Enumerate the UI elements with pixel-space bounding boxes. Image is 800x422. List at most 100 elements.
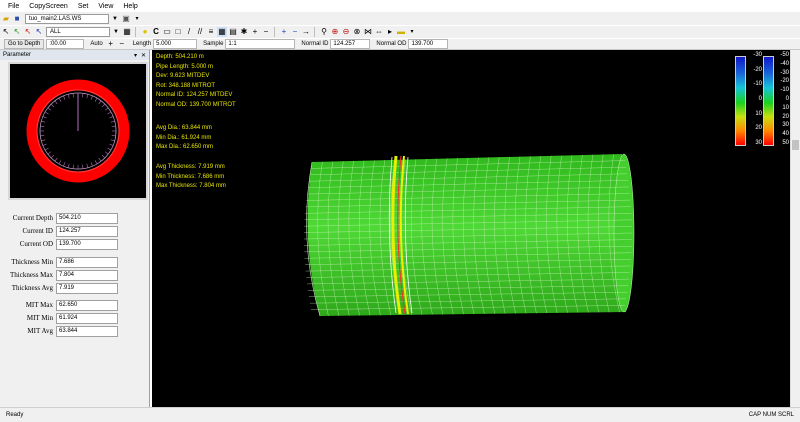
plus-icon[interactable]: + [106,39,116,49]
vertical-scrollbar[interactable] [790,50,800,407]
cross-section-dial [8,62,148,200]
go-to-depth-input[interactable]: :00.00 [46,39,85,49]
legend-right-label: 40 [782,131,789,138]
play-icon[interactable]: ▸ [385,27,395,37]
go-to-depth-button[interactable]: Go to Depth [4,39,45,49]
dropdown-arrow-icon[interactable]: ▾ [407,27,417,37]
param-row: Current ID 124.257 [0,225,150,237]
legend-right-label: 10 [782,104,789,111]
menu-set[interactable]: Set [78,3,89,10]
box-icon[interactable]: □ [173,27,183,37]
toolbar-parameters: Go to Depth :00.00 Auto + − Length 5.000… [0,38,800,50]
plus-icon[interactable]: + [250,27,260,37]
grid-icon[interactable]: ▣ [121,14,131,24]
3d-pipe-view[interactable]: Depth: 504.210 m Pipe Length: 5.000 m De… [152,50,790,407]
slash-icon[interactable]: / [184,27,194,37]
expand-icon[interactable]: ⇔ [374,27,384,37]
pointer-blue-icon[interactable]: ↖ [34,27,44,37]
normal-od-input[interactable]: 139.700 [408,39,449,49]
param-value: 7.686 [56,256,118,268]
menu-help[interactable]: Help [123,3,137,10]
legend-left-label: 10 [755,110,762,117]
close-icon[interactable]: ✕ [141,52,146,59]
normal-od-label: Normal OD [376,41,407,47]
collapse-icon[interactable]: ⋈ [363,27,373,37]
zoom-in-icon[interactable]: ⊕ [330,27,340,37]
pipe-3d-render [303,153,635,317]
param-row: Current OD 139.700 [0,238,150,250]
grid-fine-icon[interactable]: ▤ [228,27,238,37]
legend-bar-right [763,56,774,146]
panel-title-bar: Parameter ▾ ✕ [0,50,149,60]
legend-right-label: -40 [780,60,789,67]
pointer-green-icon[interactable]: ↖ [12,27,22,37]
param-label: Current OD [19,240,53,248]
param-row: Current Depth 504.210 [0,212,150,224]
param-value: 504.210 [56,212,118,224]
param-value: 61.924 [56,312,118,324]
param-value: 7.919 [56,282,118,294]
bulb-icon[interactable]: ● [140,27,150,37]
legend-right-label: -20 [780,78,789,85]
chevron-down-icon[interactable]: ▼ [110,14,120,24]
color-c-icon[interactable]: C [151,27,161,37]
menu-copyscreen[interactable]: CopyScreen [29,3,68,10]
legend-left-label: -30 [753,52,762,58]
pin-icon[interactable]: ▾ [134,52,137,59]
rect-icon[interactable]: ▭ [162,27,172,37]
param-label: Current ID [22,227,53,235]
zoom-fit-icon[interactable]: ⊗ [352,27,362,37]
param-label: Current Depth [12,214,53,222]
minus-icon[interactable]: − [261,27,271,37]
param-label: MIT Avg [27,327,53,335]
length-input[interactable]: 5.000 [153,39,198,49]
menu-file[interactable]: File [8,3,19,10]
separator [274,27,275,37]
param-row: MIT Max 62.650 [0,299,150,311]
file-select[interactable]: tuo_main2.LAS.WS [25,13,109,24]
param-row: Thickness Min 7.686 [0,256,150,268]
minus-icon[interactable]: − [117,39,127,49]
menu-view[interactable]: View [98,3,113,10]
grid-view-icon[interactable]: ▦ [217,27,227,37]
zoom-icon[interactable]: ⚲ [319,27,329,37]
sample-label: Sample [203,41,224,47]
menu-bar: File CopyScreen Set View Help [0,0,800,12]
double-slash-icon[interactable]: // [195,27,205,37]
normal-id-input[interactable]: 124.257 [330,39,371,49]
toolbar-main: ▰ ■ tuo_main2.LAS.WS ▼ ▣ ▾ [0,12,800,25]
zoom-out-icon[interactable]: ⊖ [341,27,351,37]
legend-right-label: -50 [780,52,789,58]
scrollbar-thumb[interactable] [792,140,799,150]
toolbar-tools: ↖ ↖ ↖ ↖ ALL ▼ ▦ ● C ▭ □ / // ≡ ▦ ▤ ✱ + −… [0,25,800,38]
arrow-right-icon[interactable]: → [301,27,311,37]
save-icon[interactable]: ■ [12,14,22,24]
chevron-down-icon[interactable]: ▼ [111,27,121,37]
sample-input[interactable]: 1:1 [225,39,296,49]
dropdown-arrow-icon[interactable]: ▾ [132,14,142,24]
param-label: Thickness Max [10,271,53,279]
legend-left-label: -10 [753,81,762,88]
note-icon[interactable]: ▬ [396,27,406,37]
legend-left-label: 20 [755,125,762,132]
param-value: 124.257 [56,225,118,237]
legend-right-label: 20 [782,113,789,120]
pointer-icon[interactable]: ↖ [1,27,11,37]
minus-blue-icon[interactable]: − [290,27,300,37]
checker-icon[interactable]: ▦ [122,27,132,37]
pointer-red-icon[interactable]: ↖ [23,27,33,37]
param-label: MIT Max [25,301,53,309]
legend-right-label: -30 [780,69,789,76]
separator [135,27,136,37]
plus-blue-icon[interactable]: + [279,27,289,37]
separator [314,27,315,37]
param-label: Thickness Min [11,258,53,266]
open-folder-icon[interactable]: ▰ [1,14,11,24]
mode-select[interactable]: ALL [46,27,110,37]
legend-left-label: 0 [758,96,762,102]
settings-icon[interactable]: ✱ [239,27,249,37]
length-label: Length [132,41,152,47]
legend-right-label: -10 [780,87,789,94]
lines-icon[interactable]: ≡ [206,27,216,37]
param-value: 63.844 [56,325,118,337]
